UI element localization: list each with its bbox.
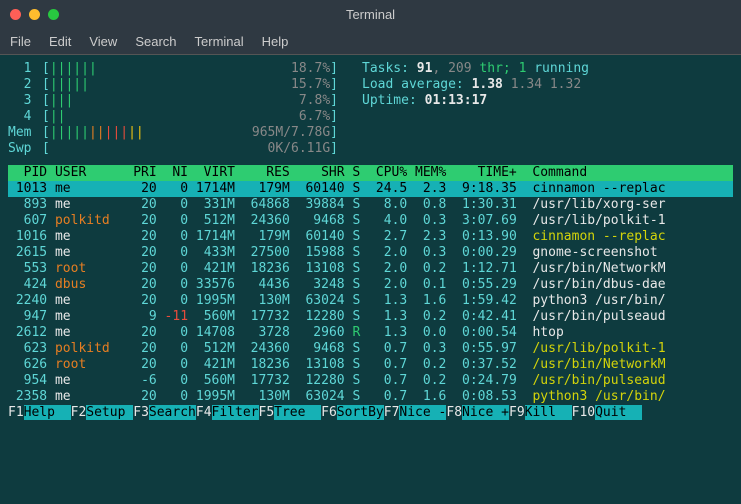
process-row[interactable]: 2240 me 20 0 1995M 130M 63024 S 1.3 1.6 … (8, 293, 733, 309)
window-titlebar: Terminal (0, 0, 741, 28)
summary-block: Tasks: 91, 209 thr; 1 runningLoad averag… (362, 61, 733, 157)
process-row[interactable]: 1016 me 20 0 1714M 179M 60140 S 2.7 2.3 … (8, 229, 733, 245)
process-row[interactable]: 2612 me 20 0 14708 3728 2960 R 1.3 0.0 0… (8, 325, 733, 341)
process-row[interactable]: 954 me -6 0 560M 17732 12280 S 0.7 0.2 0… (8, 373, 733, 389)
process-row[interactable]: 553 root 20 0 421M 18236 13108 S 2.0 0.2… (8, 261, 733, 277)
menu-edit[interactable]: Edit (49, 34, 71, 49)
window-title: Terminal (0, 7, 741, 22)
menu-terminal[interactable]: Terminal (195, 34, 244, 49)
menu-search[interactable]: Search (135, 34, 176, 49)
terminal-body[interactable]: 1 [|||||| 18.7%] 2 [||||| 15.7%] 3 [||| … (0, 55, 741, 504)
process-row[interactable]: 947 me 9 -11 560M 17732 12280 S 1.3 0.2 … (8, 309, 733, 325)
menu-bar: File Edit View Search Terminal Help (0, 28, 741, 55)
process-row[interactable]: 2358 me 20 0 1995M 130M 63024 S 0.7 1.6 … (8, 389, 733, 405)
process-row[interactable]: 2615 me 20 0 433M 27500 15988 S 2.0 0.3 … (8, 245, 733, 261)
menu-view[interactable]: View (89, 34, 117, 49)
process-row[interactable]: 1013 me 20 0 1714M 179M 60140 S 24.5 2.3… (8, 181, 733, 197)
process-list[interactable]: 1013 me 20 0 1714M 179M 60140 S 24.5 2.3… (8, 181, 733, 405)
process-row[interactable]: 607 polkitd 20 0 512M 24360 9468 S 4.0 0… (8, 213, 733, 229)
process-row[interactable]: 626 root 20 0 421M 18236 13108 S 0.7 0.2… (8, 357, 733, 373)
process-row[interactable]: 893 me 20 0 331M 64868 39884 S 8.0 0.8 1… (8, 197, 733, 213)
process-row[interactable]: 623 polkitd 20 0 512M 24360 9468 S 0.7 0… (8, 341, 733, 357)
function-keys[interactable]: F1Help F2Setup F3SearchF4FilterF5Tree F6… (8, 405, 733, 421)
process-row[interactable]: 424 dbus 20 0 33576 4436 3248 S 2.0 0.1 … (8, 277, 733, 293)
process-header[interactable]: PID USER PRI NI VIRT RES SHR S CPU% MEM%… (8, 165, 733, 181)
menu-help[interactable]: Help (262, 34, 289, 49)
menu-file[interactable]: File (10, 34, 31, 49)
cpu-mem-meters: 1 [|||||| 18.7%] 2 [||||| 15.7%] 3 [||| … (8, 61, 338, 157)
